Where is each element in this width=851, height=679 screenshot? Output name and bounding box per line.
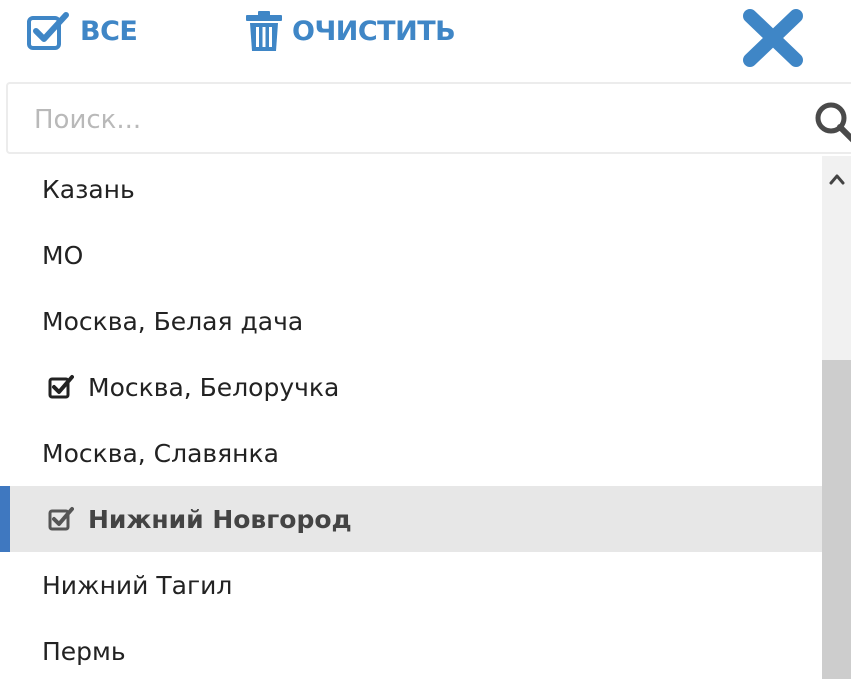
list-item-highlighted[interactable]: Нижний Новгород [0, 486, 822, 552]
list-item[interactable]: Москва, Белая дача [0, 288, 822, 354]
select-all-button[interactable]: ВСЕ [26, 6, 138, 56]
trash-icon [244, 9, 284, 53]
list-item-label: Нижний Тагил [42, 570, 233, 600]
checked-checkbox-icon [48, 374, 74, 400]
checkbox-edit-icon [26, 11, 72, 51]
clear-button[interactable]: ОЧИСТИТЬ [244, 6, 456, 56]
search-icon[interactable] [813, 100, 851, 144]
list-item-label: Москва, Белоручка [88, 372, 340, 402]
list-item[interactable]: Москва, Славянка [0, 420, 822, 486]
city-filter-dropdown: ВСЕ ОЧИСТИТЬ Поиск... Казань МО Москва, … [0, 0, 851, 679]
close-icon [740, 8, 806, 68]
list-item-label: Казань [42, 174, 135, 204]
list-item-label: МО [42, 240, 84, 270]
close-button[interactable] [740, 8, 806, 68]
city-list: Казань МО Москва, Белая дача Москва, Бел… [0, 156, 822, 679]
toolbar: ВСЕ ОЧИСТИТЬ [0, 0, 851, 70]
list-item-label: Москва, Белая дача [42, 306, 304, 336]
list-item[interactable]: Москва, Белоручка [0, 354, 822, 420]
scrollbar-thumb[interactable] [822, 360, 851, 679]
checked-checkbox-icon [48, 506, 74, 532]
list-item[interactable]: Нижний Тагил [0, 552, 822, 618]
search-box [6, 82, 851, 154]
scrollbar[interactable] [822, 156, 851, 679]
list-item-label: Москва, Славянка [42, 438, 279, 468]
list-item-label: Нижний Новгород [88, 504, 352, 534]
chevron-up-icon[interactable] [822, 164, 851, 194]
clear-label: ОЧИСТИТЬ [292, 15, 456, 47]
list-item[interactable]: Пермь [0, 618, 822, 679]
list-item-label: Пермь [42, 636, 126, 666]
list-item[interactable]: Казань [0, 156, 822, 222]
search-input[interactable] [32, 92, 796, 148]
select-all-label: ВСЕ [80, 15, 138, 47]
list-item[interactable]: МО [0, 222, 822, 288]
